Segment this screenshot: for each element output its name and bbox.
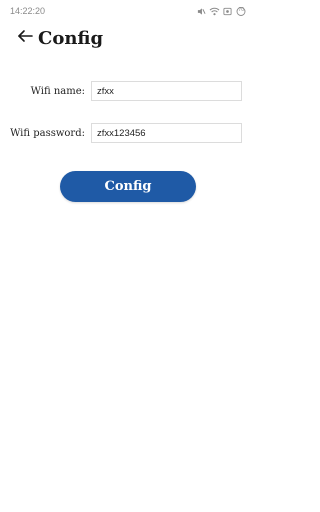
- status-bar: 14:22:20 70: [0, 0, 256, 22]
- config-screen: 14:22:20 70 Config Wifi name: zfxx Wifi …: [0, 0, 256, 512]
- screenshot-icon: [223, 7, 232, 16]
- arrow-left-icon: [16, 27, 34, 50]
- page-title: Config: [38, 27, 104, 49]
- app-bar: Config: [14, 26, 103, 50]
- config-button[interactable]: Config: [60, 171, 196, 202]
- wifi-name-label: Wifi name:: [30, 85, 85, 97]
- wifi-password-input[interactable]: [91, 123, 242, 143]
- mute-icon: [197, 7, 206, 16]
- status-icons: 70: [197, 6, 247, 16]
- wifi-password-row: Wifi password:: [0, 123, 242, 143]
- wifi-name-row: Wifi name:: [0, 81, 242, 101]
- status-time: 14:22:20: [10, 6, 46, 16]
- back-button[interactable]: [14, 27, 36, 49]
- wifi-name-input[interactable]: [91, 81, 242, 101]
- wifi-icon: [209, 7, 220, 16]
- battery-level: 70: [238, 7, 244, 13]
- wifi-password-label: Wifi password:: [10, 127, 85, 139]
